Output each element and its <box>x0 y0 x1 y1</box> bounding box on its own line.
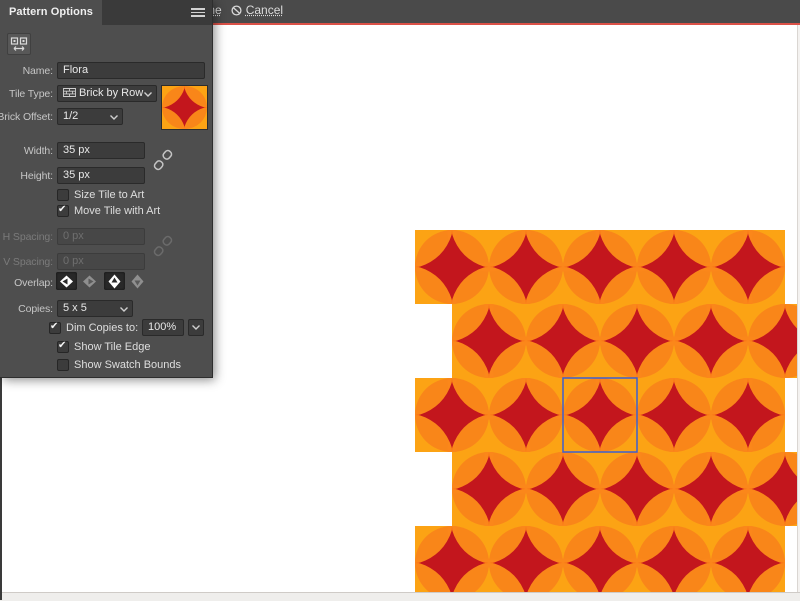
copies-value: 5 x 5 <box>63 302 87 314</box>
pattern-row <box>415 526 785 600</box>
show-tile-edge-label: Show Tile Edge <box>74 341 150 353</box>
overlap-left-in-front-button[interactable] <box>56 272 77 290</box>
show-swatch-bounds-checkbox[interactable]: ✔ <box>57 359 69 371</box>
height-input[interactable]: 35 px <box>57 167 145 184</box>
chevron-down-icon <box>110 115 118 120</box>
brick-offset-dropdown[interactable]: 1/2 <box>57 108 123 125</box>
pattern-preview-artwork[interactable] <box>400 220 800 600</box>
cancel-icon <box>231 5 242 16</box>
pattern-row <box>415 230 785 304</box>
pattern-row <box>452 452 797 526</box>
brick-offset-label: Brick Offset: <box>0 111 53 123</box>
cancel-label: Cancel <box>246 3 283 17</box>
link-spacing-icon-disabled <box>153 233 173 262</box>
overlap-right-in-front-button[interactable] <box>79 272 100 290</box>
size-tile-to-art-label: Size Tile to Art <box>74 189 144 201</box>
h-spacing-label: H Spacing: <box>3 231 53 243</box>
dim-copies-checkbox[interactable]: ✔ <box>49 322 61 334</box>
top-in-front-icon <box>108 274 121 289</box>
overlap-top-in-front-button[interactable] <box>104 272 125 290</box>
tile-type-value: Brick by Row <box>79 87 143 99</box>
brick-offset-value: 1/2 <box>63 110 78 122</box>
check-icon: ✔ <box>58 205 68 215</box>
panel-header: Pattern Options <box>0 0 212 25</box>
check-icon: ✔ <box>58 341 68 351</box>
move-tile-with-art-label: Move Tile with Art <box>74 205 160 217</box>
show-tile-edge-checkbox[interactable]: ✔ <box>57 341 69 353</box>
v-spacing-label: V Spacing: <box>3 256 53 268</box>
copies-label: Copies: <box>18 303 53 315</box>
pattern-row <box>415 378 785 452</box>
link-dimensions-icon[interactable] <box>153 147 173 176</box>
size-tile-to-art-checkbox[interactable]: ✔ <box>57 189 69 201</box>
tile-type-dropdown[interactable]: Brick by Row <box>57 85 157 102</box>
right-in-front-icon <box>82 275 97 288</box>
check-icon: ✔ <box>50 322 60 332</box>
pattern-row <box>452 304 797 378</box>
dim-copies-chevron-button[interactable] <box>188 319 204 336</box>
panel-menu-icon[interactable] <box>191 8 205 17</box>
overlap-label: Overlap: <box>14 277 53 289</box>
edit-pattern-tile-button[interactable] <box>7 33 31 55</box>
bottom-in-front-icon <box>131 274 144 289</box>
width-input[interactable]: 35 px <box>57 142 145 159</box>
copies-dropdown[interactable]: 5 x 5 <box>57 300 133 317</box>
width-label: Width: <box>24 145 53 157</box>
tile-type-label: Tile Type: <box>9 88 53 100</box>
brick-by-row-icon <box>63 88 76 97</box>
name-input[interactable]: Flora <box>57 62 205 79</box>
height-label: Height: <box>20 170 53 182</box>
overlap-bottom-in-front-button[interactable] <box>127 272 148 290</box>
cancel-button[interactable]: Cancel <box>231 3 283 17</box>
h-spacing-input: 0 px <box>57 228 145 245</box>
name-label: Name: <box>23 65 53 77</box>
v-spacing-input: 0 px <box>57 253 145 270</box>
pattern-swatch-preview <box>161 85 208 130</box>
chevron-down-icon <box>120 307 128 312</box>
pattern-tile-icon <box>10 37 28 52</box>
panel-tab[interactable]: Pattern Options <box>0 0 102 25</box>
chevron-down-icon <box>192 325 200 330</box>
dim-copies-value-field[interactable]: 100% <box>142 319 184 336</box>
pattern-options-panel: Pattern Options Name: Flora Tile Type: B… <box>0 0 212 377</box>
left-in-front-icon <box>59 275 74 288</box>
move-tile-with-art-checkbox[interactable]: ✔ <box>57 205 69 217</box>
chevron-down-icon <box>144 92 152 97</box>
dim-copies-label: Dim Copies to: <box>66 322 138 334</box>
show-swatch-bounds-label: Show Swatch Bounds <box>74 359 181 371</box>
